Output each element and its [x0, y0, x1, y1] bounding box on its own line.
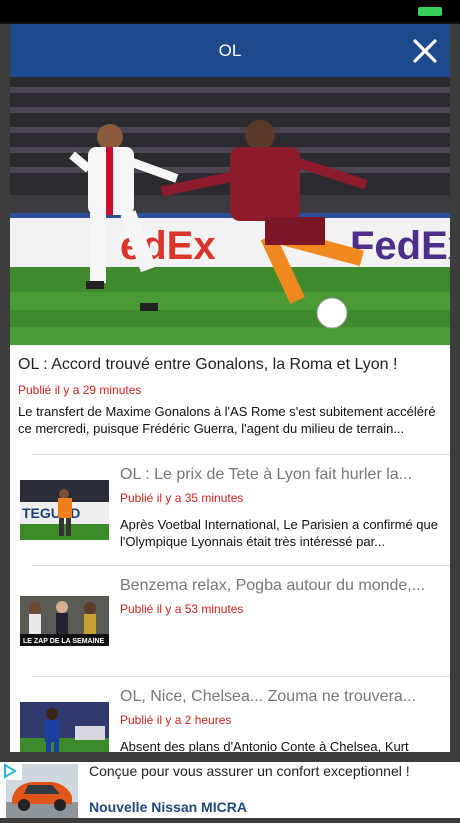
thumb-text: LE ZAP DE LA SEMAINE: [23, 638, 105, 645]
close-button[interactable]: [408, 34, 442, 68]
article-summary: Après Voetbal International, Le Parisien…: [120, 517, 438, 549]
hero-image[interactable]: edEx FedEx: [10, 77, 450, 345]
article-time: Publié il y a 53 minutes: [120, 602, 244, 616]
svg-text:FedEx: FedEx: [350, 224, 450, 268]
list-item[interactable]: LE ZAP DE LA SEMAINE Benzema relax, Pogb…: [10, 565, 450, 677]
battery-icon: [418, 7, 442, 16]
article-title: OL, Nice, Chelsea... Zouma ne trouvera..…: [120, 688, 417, 705]
ad-banner[interactable]: Conçue pour vous assurer un confort exce…: [0, 762, 460, 818]
article-time: Publié il y a 2 heures: [120, 713, 232, 727]
article-thumbnail: TEGUED: [20, 480, 109, 540]
ad-brand[interactable]: Nouvelle Nissan MICRA: [89, 799, 247, 815]
list-item[interactable]: TEGUED OL : Le prix de Tete à Lyon fait …: [10, 454, 450, 566]
news-modal: OL edEx FedEx: [10, 24, 450, 752]
article-title: OL : Le prix de Tete à Lyon fait hurler …: [120, 466, 413, 483]
status-bar: [0, 0, 460, 22]
featured-title: OL : Accord trouvé entre Gonalons, la Ro…: [18, 356, 398, 373]
ad-text: Conçue pour vous assurer un confort exce…: [89, 763, 410, 779]
divider: [32, 454, 450, 455]
list-item[interactable]: OL, Nice, Chelsea... Zouma ne trouvera..…: [10, 676, 450, 752]
article-title: Benzema relax, Pogba autour du monde,...: [120, 577, 426, 594]
featured-summary: Le transfert de Maxime Gonalons à l'AS R…: [18, 404, 436, 436]
divider: [32, 565, 450, 566]
adchoices-icon[interactable]: [0, 762, 22, 780]
article-thumbnail: [20, 702, 109, 752]
article-summary: Absent des plans d'Antonio Conte à Chels…: [120, 739, 409, 752]
featured-time: Publié il y a 29 minutes: [18, 383, 142, 397]
divider: [32, 676, 450, 677]
featured-article[interactable]: OL : Accord trouvé entre Gonalons, la Ro…: [18, 345, 442, 437]
close-icon: [413, 39, 437, 63]
article-thumbnail: LE ZAP DE LA SEMAINE: [20, 596, 109, 646]
article-time: Publié il y a 35 minutes: [120, 491, 244, 505]
modal-title: OL: [218, 41, 242, 60]
modal-header: OL: [10, 24, 450, 77]
